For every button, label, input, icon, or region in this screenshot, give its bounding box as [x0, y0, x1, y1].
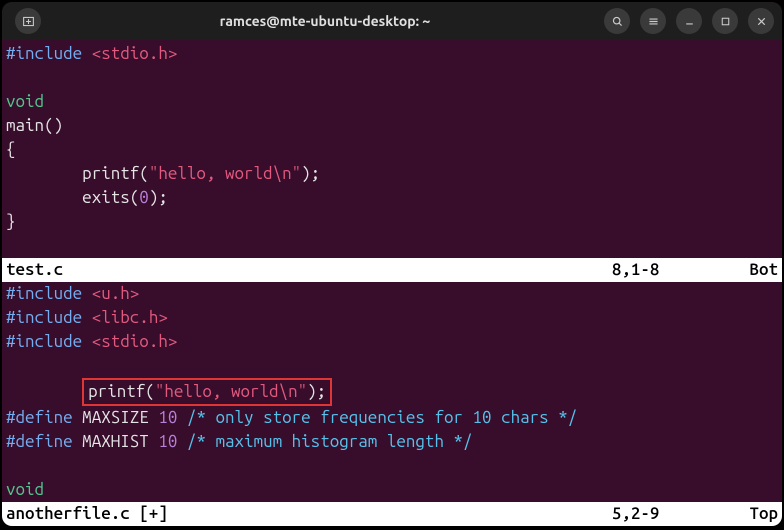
code-line: #define MAXHIST 10 /* maximum histogram …	[2, 430, 782, 454]
status-scroll: Bot	[749, 258, 778, 282]
code-line: printf("hello, world\n");	[2, 162, 782, 186]
code-line	[2, 454, 782, 478]
status-position: 8,1-8	[612, 258, 660, 282]
status-filename: anotherfile.c [+]	[6, 502, 168, 526]
close-button[interactable]	[748, 8, 774, 34]
highlight-box: printf("hello, world\n");	[82, 378, 332, 406]
status-scroll: Top	[749, 502, 778, 526]
code-line: #include <stdio.h>	[2, 42, 782, 66]
code-line: #include <stdio.h>	[2, 330, 782, 354]
window-title: ramces@mte-ubuntu-desktop: ~	[46, 13, 604, 29]
vim-editor[interactable]: #include <stdio.h> void main() { printf(…	[2, 40, 782, 526]
code-line-highlighted: printf("hello, world\n");	[2, 378, 782, 406]
maximize-button[interactable]	[712, 8, 738, 34]
status-bar-pane2: anotherfile.c [+] 5,2-9 Top	[2, 502, 782, 526]
titlebar: ramces@mte-ubuntu-desktop: ~	[2, 2, 782, 40]
code-line: }	[2, 210, 782, 234]
status-position: 5,2-9	[612, 502, 660, 526]
menu-button[interactable]	[640, 8, 666, 34]
minimize-button[interactable]	[676, 8, 702, 34]
search-button[interactable]	[604, 8, 630, 34]
code-line	[2, 234, 782, 258]
code-line: #include <u.h>	[2, 282, 782, 306]
code-line: void	[2, 478, 782, 502]
status-filename: test.c	[6, 258, 63, 282]
code-line	[2, 66, 782, 90]
code-line: main()	[2, 114, 782, 138]
code-line: {	[2, 138, 782, 162]
code-line: void	[2, 90, 782, 114]
status-bar-pane1: test.c 8,1-8 Bot	[2, 258, 782, 282]
terminal-window: ramces@mte-ubuntu-desktop: ~ #include <s…	[2, 2, 782, 526]
code-line: exits(0);	[2, 186, 782, 210]
new-tab-button[interactable]	[15, 8, 41, 34]
code-line	[2, 354, 782, 378]
code-line: #define MAXSIZE 10 /* only store frequen…	[2, 406, 782, 430]
code-line: #include <libc.h>	[2, 306, 782, 330]
